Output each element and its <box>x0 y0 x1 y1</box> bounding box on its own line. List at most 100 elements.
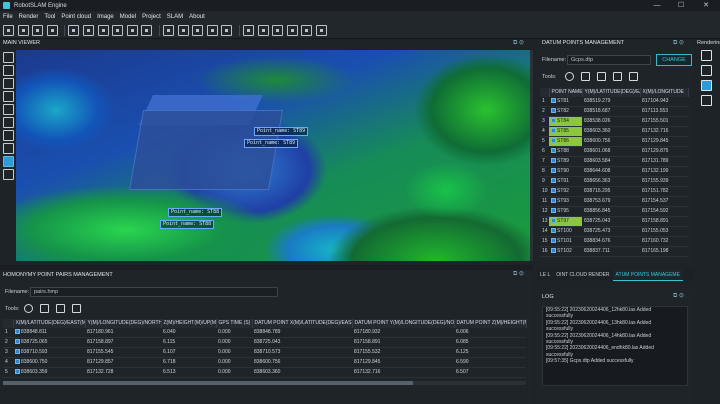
table-row[interactable]: 2 838725.065 817158.897 6.115 0.000 838725.04… <box>3 337 526 348</box>
table-row[interactable]: 3 ST84 838538.026 817155.501 <box>540 116 688 127</box>
checkbox[interactable] <box>551 198 556 204</box>
tab-file[interactable]: LE L <box>537 270 553 281</box>
checkbox[interactable] <box>551 168 556 174</box>
checkbox[interactable] <box>15 329 20 335</box>
column-header[interactable]: Y(M)/LONGITUDE(DEG)/NORTH(M) <box>85 319 162 328</box>
checkbox[interactable] <box>551 138 556 144</box>
close-button[interactable]: ✕ <box>695 0 717 11</box>
checkbox[interactable] <box>551 188 556 194</box>
snapshot-icon[interactable] <box>242 24 254 36</box>
checkbox[interactable] <box>15 359 20 365</box>
brush-icon[interactable] <box>701 80 712 91</box>
delete-icon[interactable] <box>56 304 65 313</box>
viewer-splitter[interactable] <box>530 50 533 261</box>
point-name-cell[interactable]: ST101 <box>549 236 582 247</box>
export-icon[interactable] <box>82 24 94 36</box>
checkbox[interactable] <box>15 339 20 345</box>
scrollbar-thumb[interactable] <box>3 381 413 385</box>
minimize-button[interactable]: — <box>646 0 668 11</box>
point-name-cell[interactable]: ST100 <box>549 226 582 237</box>
point-name-cell[interactable]: ST97 <box>549 216 582 227</box>
crop-icon[interactable] <box>112 24 124 36</box>
maximize-button[interactable]: ☐ <box>670 0 692 11</box>
point-cloud-viewport[interactable]: Point_name: ST89 Point_name: ST89 Point_… <box>16 50 532 261</box>
checkbox[interactable] <box>551 178 556 184</box>
checkbox[interactable] <box>551 108 556 114</box>
table-row[interactable]: 15 ST101 838834.676 817160.732 <box>540 236 688 247</box>
menu-file[interactable]: File <box>3 14 13 20</box>
layers-icon[interactable] <box>701 50 712 61</box>
perspective-view-icon[interactable] <box>2 156 14 167</box>
checkbox[interactable] <box>551 248 556 254</box>
filter-icon[interactable] <box>141 24 153 36</box>
menu-slam[interactable]: SLAM <box>167 14 183 20</box>
column-header[interactable]: DATUM POINT X(M)/LATITUDE(DEG)/EAST(M) <box>252 319 353 328</box>
save-icon[interactable] <box>32 24 44 36</box>
table-row[interactable]: 2 ST82 838518.687 817113.553 <box>540 106 688 117</box>
point-name-cell[interactable]: ST92 <box>549 186 582 197</box>
point-name-cell[interactable]: ST95 <box>549 206 582 217</box>
checkbox[interactable] <box>551 238 556 244</box>
column-header[interactable]: DATUM POINT Y(M)/LONGITUDE(DEG)/NORTH(M) <box>352 319 455 328</box>
point-name-cell[interactable]: ST81 <box>549 97 582 107</box>
column-header[interactable]: X(M)/LATITUDE(DEG)/EAST(M) <box>13 319 86 328</box>
search-icon[interactable] <box>597 72 606 81</box>
axis-icon[interactable] <box>701 95 712 106</box>
table-row[interactable]: 10 ST92 838716.295 817151.782 <box>540 186 688 197</box>
export-icon[interactable] <box>72 304 81 313</box>
select-icon[interactable] <box>2 52 14 63</box>
point-name-cell[interactable]: ST89 <box>549 156 582 167</box>
point-name-cell[interactable]: ST102 <box>549 246 582 257</box>
table-row[interactable]: 1 838848.811 817180.961 6.040 0.000 838848.78… <box>3 328 526 338</box>
checkbox[interactable] <box>551 218 556 224</box>
camera-icon[interactable] <box>286 24 298 36</box>
iso-view-icon[interactable] <box>2 169 14 180</box>
add-point-icon[interactable] <box>565 72 574 81</box>
checkbox[interactable] <box>551 128 556 134</box>
menu-render[interactable]: Render <box>19 14 39 20</box>
settings-icon[interactable] <box>301 24 313 36</box>
column-header[interactable]: Z(M)/HEIGHT(M)/UP(M) <box>161 319 217 328</box>
back-view-icon[interactable] <box>2 143 14 154</box>
checkbox[interactable] <box>551 118 556 124</box>
menu-about[interactable]: About <box>189 14 205 20</box>
front-view-icon[interactable] <box>2 104 14 115</box>
image-icon[interactable] <box>257 24 269 36</box>
checkbox[interactable] <box>551 158 556 164</box>
menu-image[interactable]: Image <box>97 14 114 20</box>
column-header[interactable]: X(M)/LONGITUDE <box>640 88 689 97</box>
table-row[interactable]: 6 ST88 838601.068 817129.875 <box>540 146 688 157</box>
table-row[interactable]: 5 838603.359 817132.728 6.513 0.000 838603.36… <box>3 367 526 378</box>
menu-project[interactable]: Project <box>142 14 161 20</box>
table-row[interactable]: 12 ST95 838856.845 817154.592 <box>540 206 688 217</box>
model-icon[interactable] <box>315 24 327 36</box>
checkbox[interactable] <box>551 98 556 104</box>
point-name-cell[interactable]: ST85 <box>549 126 582 137</box>
point-name-cell[interactable]: ST82 <box>549 106 582 117</box>
column-header[interactable]: Y(M)/LATITUDE(DEG)/EAST(M) <box>582 88 641 97</box>
move-icon[interactable] <box>2 65 14 76</box>
datum-filename-field[interactable]: Gcps.dtp <box>567 55 651 65</box>
scale-icon[interactable] <box>206 24 218 36</box>
point-name-cell[interactable]: ST86 <box>549 136 582 147</box>
undo-icon[interactable] <box>162 24 174 36</box>
homonymy-panel-float-icon[interactable]: ⧉ ⚙ <box>513 271 524 278</box>
layer-icon[interactable] <box>97 24 109 36</box>
transform-icon[interactable] <box>221 24 233 36</box>
fit-view-icon[interactable] <box>2 78 14 89</box>
checkbox[interactable] <box>551 208 556 214</box>
menu-tool[interactable]: Tool <box>44 14 55 20</box>
point-name-cell[interactable]: ST84 <box>549 116 582 127</box>
checkbox[interactable] <box>551 228 556 234</box>
column-header[interactable]: DATUM POINT Z(M)/HEIGHT(M)/UP(M) <box>454 319 527 328</box>
checkbox[interactable] <box>15 349 20 355</box>
import-icon[interactable] <box>68 24 80 36</box>
table-row[interactable]: 1 ST81 838519.279 817104.943 <box>540 97 688 107</box>
save-as-icon[interactable] <box>46 24 58 36</box>
point-name-cell[interactable]: ST93 <box>549 196 582 207</box>
datum-panel-float-icon[interactable]: ⧉ ⚙ <box>673 40 684 47</box>
table-row[interactable]: 7 ST89 838603.584 817131.789 <box>540 156 688 167</box>
log-float-icon[interactable]: ⧉ ⚙ <box>673 293 684 300</box>
point-name-cell[interactable]: ST90 <box>549 166 582 177</box>
table-row[interactable]: 11 ST93 838753.679 817154.537 <box>540 196 688 207</box>
